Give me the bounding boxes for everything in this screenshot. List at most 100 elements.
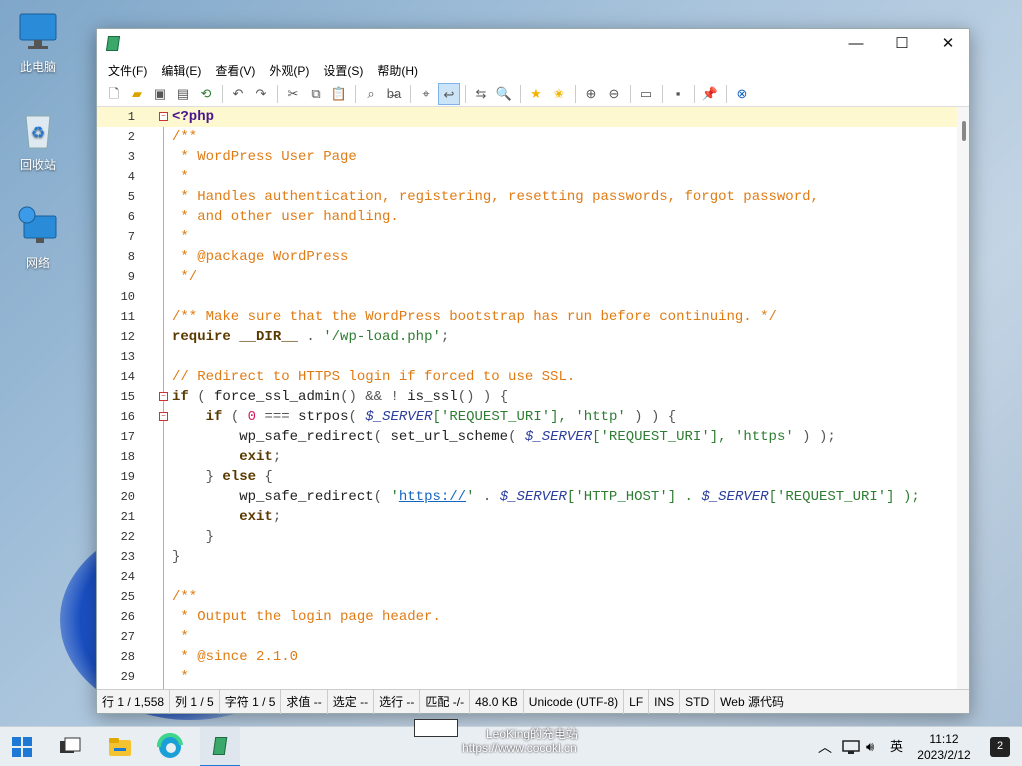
desktop-icon-label: 网络 [25, 256, 50, 270]
replace-icon[interactable]: b̶a [383, 83, 405, 105]
code-line: 18 exit; [97, 447, 959, 467]
status-insert-mode[interactable]: INS [649, 689, 681, 714]
status-line[interactable]: 行 1 / 1,558 [97, 689, 171, 714]
goto-icon[interactable]: ⌖ [415, 83, 437, 105]
menu-appearance[interactable]: 外观(P) [262, 62, 316, 79]
line-number: 6 [127, 210, 135, 224]
code-text: * [172, 629, 189, 645]
code-token: 0 [247, 409, 257, 425]
exit-icon[interactable]: ⊗ [731, 83, 753, 105]
line-number: 2 [127, 130, 135, 144]
menu-help[interactable]: 帮助(H) [370, 62, 425, 79]
code-token: '/wp-load.php' [323, 329, 441, 345]
fold-toggle-icon[interactable]: − [159, 112, 168, 121]
file-explorer-icon[interactable] [106, 733, 134, 761]
code-token: ( [222, 409, 248, 425]
desktop-icon-this-pc[interactable]: 此电脑 [8, 10, 68, 75]
desktop-icon-network[interactable]: 网络 [8, 206, 68, 271]
menu-file[interactable]: 文件(F) [101, 62, 154, 79]
status-matches: 匹配 -/- [420, 689, 471, 714]
clock[interactable]: 11:12 2023/2/12 [912, 731, 976, 763]
status-column[interactable]: 列 1 / 5 [170, 689, 220, 714]
code-token: if [172, 409, 223, 425]
fold-toggle-icon[interactable]: − [159, 392, 168, 401]
code-token: exit [172, 449, 273, 465]
status-encoding[interactable]: Unicode (UTF-8) [524, 689, 625, 714]
code-editor[interactable]: 1− <?php 2/** 3 * WordPress User Page 4 *… [97, 107, 959, 689]
recycle-bin-icon: ♻ [25, 115, 51, 149]
volume-icon[interactable]: 🔊︎ [866, 727, 874, 766]
language-indicator[interactable]: 英 [890, 727, 903, 766]
line-number: 29 [120, 670, 135, 684]
start-icon[interactable] [8, 733, 36, 761]
line-number: 24 [120, 570, 135, 584]
line-number: 14 [120, 370, 135, 384]
reload-icon[interactable]: ⟲ [195, 83, 217, 105]
code-token: force_ssl_admin [214, 389, 341, 405]
undo-icon[interactable]: ↶ [227, 83, 249, 105]
code-line: 5 * Handles authentication, registering,… [97, 187, 959, 207]
edge-browser-icon[interactable] [156, 733, 184, 761]
network-status-icon[interactable] [842, 739, 860, 755]
code-token: ) ) { [625, 409, 677, 425]
add-favorite-icon[interactable]: ✬ [548, 83, 570, 105]
code-text: * and other user handling. [172, 209, 399, 225]
code-token: } [172, 469, 223, 485]
status-syntax[interactable]: Web 源代码 [715, 690, 789, 714]
line-number: 18 [120, 450, 135, 464]
zoom-find-icon[interactable]: 🔍 [493, 83, 515, 105]
desktop-icon-recycle-bin[interactable]: ♻ 回收站 [8, 108, 68, 173]
open-folder-icon[interactable]: ▰ [126, 83, 148, 105]
chevron-up-icon[interactable]: ︿ [818, 727, 832, 766]
word-wrap-icon[interactable]: ↩ [438, 82, 460, 105]
zoom-out-icon[interactable]: ⊖ [603, 83, 625, 105]
status-mode[interactable]: STD [680, 689, 716, 714]
code-token: $_SERVER [499, 489, 567, 505]
close-button[interactable]: ✕ [925, 29, 971, 59]
minimize-button[interactable]: — [833, 29, 879, 59]
save-as-icon[interactable]: ▤ [172, 83, 194, 105]
code-line: 23} [97, 547, 959, 567]
terminal-icon[interactable]: ▪ [667, 83, 689, 105]
maximize-button[interactable]: ☐ [879, 29, 925, 59]
copy-icon[interactable]: ⧉ [305, 83, 327, 105]
code-line: 16− if ( 0 === strpos( $_SERVER['REQUEST… [97, 407, 959, 427]
status-line-ending[interactable]: LF [624, 689, 650, 714]
save-icon[interactable]: ▣ [149, 83, 171, 105]
code-line: 29 * [97, 667, 959, 687]
cut-icon[interactable]: ✂ [282, 83, 304, 105]
notepad-taskbar-button[interactable] [200, 727, 240, 766]
scrollbar-thumb[interactable] [962, 121, 966, 141]
code-line: 13 [97, 347, 959, 367]
menu-view[interactable]: 查看(V) [208, 62, 262, 79]
zoom-in-icon[interactable]: ⊕ [580, 83, 602, 105]
code-line: 10 [97, 287, 959, 307]
monitor-icon [19, 13, 57, 49]
scheme-icon[interactable]: ⇆ [470, 83, 492, 105]
code-token: $_SERVER [365, 409, 433, 425]
editor-window: — ☐ ✕ 文件(F) 编辑(E) 查看(V) 外观(P) 设置(S) 帮助(H… [96, 28, 970, 714]
code-text: * Handles authentication, registering, r… [172, 189, 819, 205]
code-text: * @since 2.1.0 [172, 649, 299, 665]
redo-icon[interactable]: ↷ [250, 83, 272, 105]
menu-settings[interactable]: 设置(S) [316, 62, 370, 79]
paste-icon[interactable]: 📋 [328, 83, 350, 105]
find-icon[interactable]: ⌕ [360, 83, 382, 105]
code-text: /** [172, 129, 198, 145]
code-line: 7 * [97, 227, 959, 247]
code-token: ['HTTP_HOST'] . [566, 489, 702, 505]
fold-toggle-icon[interactable]: − [159, 412, 168, 421]
task-view-icon[interactable] [56, 733, 84, 761]
menu-edit[interactable]: 编辑(E) [154, 62, 208, 79]
line-number: 20 [120, 490, 135, 504]
pin-icon[interactable]: 📌 [699, 83, 721, 105]
vertical-scrollbar[interactable] [957, 107, 969, 689]
line-number: 11 [120, 310, 135, 324]
code-link[interactable]: https:// [399, 489, 466, 505]
new-file-icon[interactable]: 🗋 [103, 83, 125, 105]
clock-time: 11:12 [929, 732, 959, 746]
settings-icon[interactable]: ▭ [635, 83, 657, 105]
star-icon[interactable]: ★ [525, 83, 547, 105]
code-token: ( [508, 429, 525, 445]
notification-badge[interactable]: 2 [990, 737, 1010, 757]
